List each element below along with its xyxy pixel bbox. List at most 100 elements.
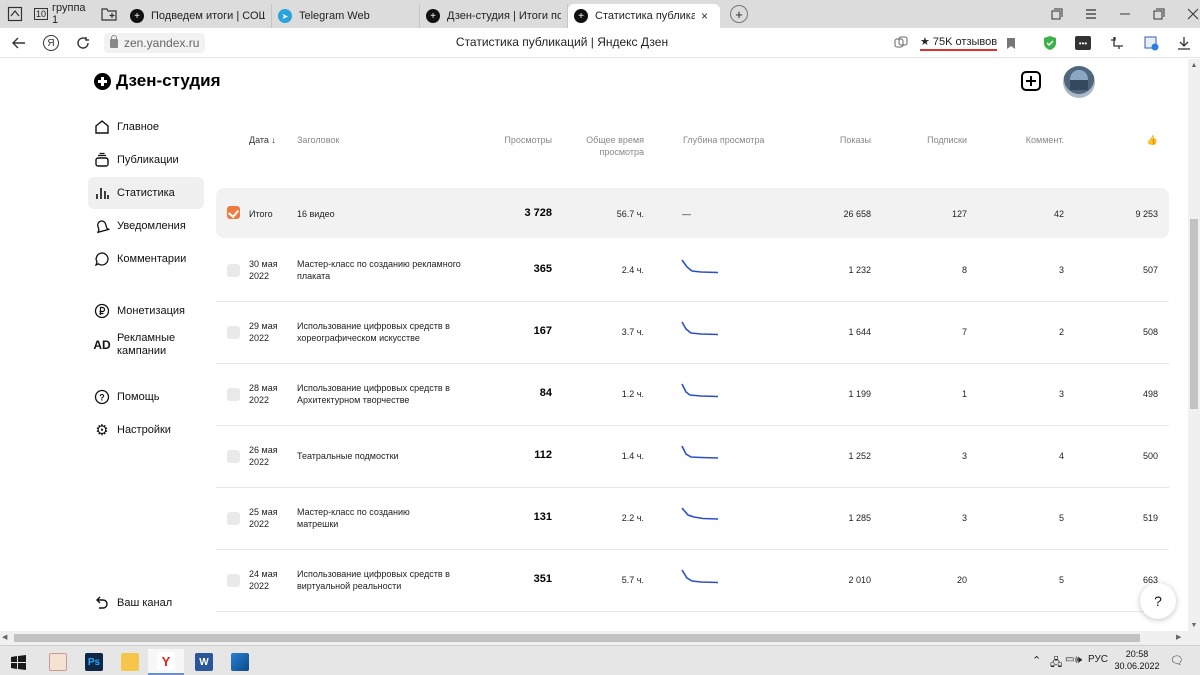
tray-expand-icon[interactable]: ⌃ xyxy=(1032,654,1041,667)
sidebar-item-label: Статистика xyxy=(117,186,175,199)
scroll-right-arrow-icon[interactable]: ▶ xyxy=(1176,633,1181,641)
bookmark-icon[interactable] xyxy=(1002,34,1020,52)
table-row[interactable]: 25 мая 2022 Мастер-класс по созданию мат… xyxy=(0,487,1188,549)
translate-icon[interactable] xyxy=(892,34,910,52)
column-header-likes[interactable]: 👍 xyxy=(1120,134,1158,146)
row-title[interactable]: Использование цифровых средств в виртуал… xyxy=(297,568,462,592)
tab-school[interactable]: + Подведем итоги | СОШ № xyxy=(124,4,272,28)
taskbar-app-explorer[interactable] xyxy=(112,649,148,675)
total-depth: — xyxy=(682,209,691,219)
zen-studio-logo[interactable]: Дзен-студия xyxy=(94,71,221,91)
collections-icon[interactable] xyxy=(1040,0,1074,28)
close-tab-icon[interactable]: × xyxy=(701,9,708,23)
row-title[interactable]: Использование цифровых средств в хореогр… xyxy=(297,320,467,344)
taskbar-app-yandex-browser[interactable]: Y xyxy=(148,649,184,675)
tab-manager-button[interactable] xyxy=(0,0,30,28)
screenshot-icon[interactable] xyxy=(1108,34,1126,52)
horizontal-scrollbar[interactable]: ◀ ▶ xyxy=(0,631,1200,645)
scroll-down-arrow-icon[interactable]: ▼ xyxy=(1188,619,1200,631)
bar-chart-icon xyxy=(93,184,111,202)
tab-zen-studio[interactable]: + Дзен-студия | Итоги попу xyxy=(420,4,568,28)
system-clock[interactable]: 20:58 30.06.2022 xyxy=(1112,648,1162,672)
row-title[interactable]: Мастер-класс по созданию матрешки xyxy=(297,506,432,530)
table-row[interactable]: 29 мая 2022 Использование цифровых средс… xyxy=(0,301,1188,363)
sidebar-item-statistics[interactable]: Статистика xyxy=(88,177,204,209)
sidebar-item-notifications[interactable]: Уведомления xyxy=(88,210,204,242)
sidebar-item-publications[interactable]: Публикации xyxy=(88,144,204,176)
taskbar-app-paint[interactable] xyxy=(40,649,76,675)
tab-statistics[interactable]: + Статистика публикаций × xyxy=(568,4,720,28)
restore-icon[interactable] xyxy=(1142,0,1176,28)
vertical-scrollbar[interactable]: ▲ ▼ xyxy=(1188,59,1200,631)
menu-icon[interactable] xyxy=(1074,0,1108,28)
yandex-browser-icon: Y xyxy=(157,652,175,670)
row-likes: 500 xyxy=(1142,451,1158,461)
zen-favicon-icon: + xyxy=(574,9,588,23)
total-likes: 9 253 xyxy=(1135,209,1158,219)
row-checkbox[interactable] xyxy=(227,512,240,525)
column-header-impressions[interactable]: Показы xyxy=(800,134,871,146)
taskbar-app-photos[interactable] xyxy=(222,649,258,675)
extension-badge-icon[interactable] xyxy=(1142,34,1160,52)
help-button[interactable]: ? xyxy=(1140,583,1176,619)
layers-icon xyxy=(93,151,111,169)
row-title[interactable]: Использование цифровых средств в Архитек… xyxy=(297,382,467,406)
total-comments: 42 xyxy=(1053,209,1064,219)
tab-title: Подведем итоги | СОШ № xyxy=(151,10,265,22)
row-checkbox[interactable] xyxy=(227,574,240,587)
row-checkbox[interactable] xyxy=(227,326,240,339)
avatar[interactable] xyxy=(1063,66,1095,98)
row-subscriptions: 1 xyxy=(961,389,967,399)
volume-icon[interactable]: 🕪 xyxy=(1075,654,1082,667)
row-checkbox[interactable] xyxy=(227,450,240,463)
language-indicator[interactable]: РУС xyxy=(1088,654,1108,665)
start-button[interactable] xyxy=(0,649,36,675)
tab-telegram[interactable]: ➤ Telegram Web xyxy=(272,4,420,28)
column-header-date[interactable]: Дата ↓ xyxy=(249,134,276,146)
column-header-comments[interactable]: Коммент. xyxy=(1000,134,1064,146)
horizontal-scrollbar-thumb[interactable] xyxy=(14,634,1140,642)
sidebar-item-home[interactable]: Главное xyxy=(88,111,204,143)
table-row[interactable]: 24 мая 2022 Использование цифровых средс… xyxy=(0,549,1188,611)
column-header-subscriptions[interactable]: Подписки xyxy=(900,134,967,146)
reviews-badge[interactable]: ★ 75K отзывов xyxy=(920,35,998,51)
minimize-icon[interactable] xyxy=(1108,0,1142,28)
column-header-watch-time[interactable]: Общее время просмотра xyxy=(580,134,644,158)
row-title[interactable]: Театральные подмостки xyxy=(297,450,467,462)
windows-taskbar: Ps Y W ⌃ 🖧 ▭ 🕪 РУС 20:58 30.06.2022 🗨 xyxy=(0,645,1200,675)
add-to-group-button[interactable] xyxy=(94,0,124,28)
scroll-left-arrow-icon[interactable]: ◀ xyxy=(2,633,7,641)
protect-shield-icon[interactable] xyxy=(1041,34,1059,52)
column-header-depth[interactable]: Глубина просмотра xyxy=(683,134,764,146)
row-subscriptions: 3 xyxy=(961,513,967,523)
column-header-title[interactable]: Заголовок xyxy=(297,134,339,146)
scroll-up-arrow-icon[interactable]: ▲ xyxy=(1188,59,1200,71)
new-tab-button[interactable]: + xyxy=(726,0,752,28)
row-impressions: 1 252 xyxy=(848,451,871,461)
action-center-icon[interactable]: 🗨 xyxy=(1170,654,1184,667)
table-row[interactable]: 30 мая 2022 Мастер-класс по созданию рек… xyxy=(0,239,1188,301)
notification-tray-icon[interactable]: ▭ xyxy=(1065,654,1074,665)
table-row[interactable]: 28 мая 2022 Использование цифровых средс… xyxy=(0,363,1188,425)
select-all-checkbox[interactable] xyxy=(227,206,240,219)
network-icon[interactable]: 🖧 xyxy=(1050,654,1062,673)
extension-icon[interactable]: ••• xyxy=(1074,34,1092,52)
vertical-scrollbar-thumb[interactable] xyxy=(1190,219,1198,409)
table-row[interactable]: 26 мая 2022 Театральные подмостки 112 1.… xyxy=(0,425,1188,487)
row-watch-time: 1.4 ч. xyxy=(621,451,644,461)
row-title[interactable]: Мастер-класс по созданию рекламного плак… xyxy=(297,258,462,282)
total-label: Итого xyxy=(249,209,273,219)
taskbar-app-photoshop[interactable]: Ps xyxy=(76,649,112,675)
close-window-icon[interactable] xyxy=(1176,0,1200,28)
column-header-views[interactable]: Просмотры xyxy=(480,134,552,146)
row-checkbox[interactable] xyxy=(227,264,240,277)
download-icon[interactable] xyxy=(1175,34,1193,52)
tab-group-button[interactable]: 10 группа 1 xyxy=(30,0,94,28)
create-publication-button[interactable] xyxy=(1021,71,1041,91)
row-comments: 5 xyxy=(1058,513,1064,523)
row-likes: 508 xyxy=(1142,327,1158,337)
row-checkbox[interactable] xyxy=(227,388,240,401)
sidebar-item-label: Главное xyxy=(117,120,160,133)
taskbar-app-word[interactable]: W xyxy=(186,649,222,675)
row-date: 30 мая 2022 xyxy=(249,259,278,281)
